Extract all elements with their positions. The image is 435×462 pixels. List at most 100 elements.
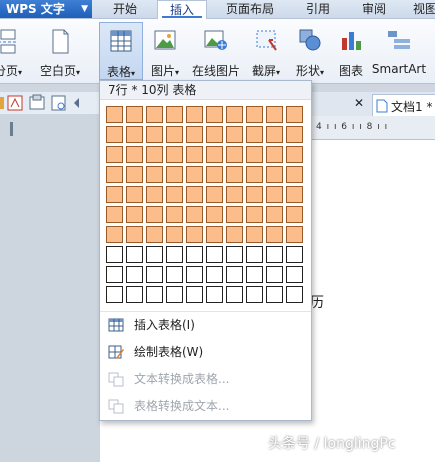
table-grid-cell[interactable] — [286, 226, 303, 243]
chart-button[interactable]: 图表 — [334, 22, 368, 80]
table-grid-cell[interactable] — [126, 286, 143, 303]
document-tab[interactable]: 文档1 * — [372, 94, 435, 116]
draw-table-menu-item[interactable]: 绘制表格(W) — [100, 340, 311, 364]
table-grid-cell[interactable] — [266, 266, 283, 283]
table-grid-cell[interactable] — [106, 206, 123, 223]
table-grid-cell[interactable] — [126, 206, 143, 223]
table-grid-cell[interactable] — [146, 126, 163, 143]
screenshot-button[interactable]: 截屏▾ — [246, 22, 286, 80]
table-grid-cell[interactable] — [246, 226, 263, 243]
table-grid-cell[interactable] — [226, 206, 243, 223]
table-grid-cell[interactable] — [106, 186, 123, 203]
table-grid-cell[interactable] — [266, 206, 283, 223]
table-grid-cell[interactable] — [186, 146, 203, 163]
table-grid-cell[interactable] — [226, 186, 243, 203]
table-grid-cell[interactable] — [286, 126, 303, 143]
table-grid-cell[interactable] — [166, 246, 183, 263]
table-grid-cell[interactable] — [246, 286, 263, 303]
table-grid-cell[interactable] — [126, 146, 143, 163]
table-grid-cell[interactable] — [266, 166, 283, 183]
table-grid-cell[interactable] — [126, 226, 143, 243]
table-grid-cell[interactable] — [186, 246, 203, 263]
picture-button[interactable]: 图片▾ — [146, 22, 184, 80]
table-grid-cell[interactable] — [166, 126, 183, 143]
table-grid-cell[interactable] — [266, 106, 283, 123]
shapes-button[interactable]: 形状▾ — [290, 22, 330, 80]
table-grid-cell[interactable] — [206, 206, 223, 223]
table-grid-cell[interactable] — [166, 146, 183, 163]
table-grid-cell[interactable] — [106, 126, 123, 143]
table-grid-cell[interactable] — [226, 126, 243, 143]
table-grid-cell[interactable] — [186, 106, 203, 123]
table-size-grid[interactable] — [106, 106, 306, 306]
table-grid-cell[interactable] — [146, 166, 163, 183]
table-grid-cell[interactable] — [106, 266, 123, 283]
table-grid-cell[interactable] — [166, 186, 183, 203]
table-grid-cell[interactable] — [266, 126, 283, 143]
table-grid-cell[interactable] — [206, 186, 223, 203]
table-grid-cell[interactable] — [126, 166, 143, 183]
table-grid-cell[interactable] — [166, 106, 183, 123]
table-grid-cell[interactable] — [106, 146, 123, 163]
table-button[interactable]: 表格▾ — [99, 22, 143, 80]
table-grid-cell[interactable] — [246, 206, 263, 223]
table-grid-cell[interactable] — [166, 166, 183, 183]
table-grid-cell[interactable] — [286, 246, 303, 263]
table-grid-cell[interactable] — [146, 106, 163, 123]
table-grid-cell[interactable] — [266, 286, 283, 303]
table-grid-cell[interactable] — [186, 226, 203, 243]
table-grid-cell[interactable] — [146, 206, 163, 223]
close-icon[interactable]: ✕ — [354, 96, 364, 110]
table-grid-cell[interactable] — [146, 266, 163, 283]
table-grid-cell[interactable] — [226, 266, 243, 283]
table-grid-cell[interactable] — [166, 286, 183, 303]
table-grid-cell[interactable] — [146, 286, 163, 303]
tab-review[interactable]: 审阅 — [351, 0, 397, 19]
table-grid-cell[interactable] — [246, 126, 263, 143]
tab-references[interactable]: 引用 — [295, 0, 341, 19]
table-grid-cell[interactable] — [246, 166, 263, 183]
table-grid-cell[interactable] — [166, 206, 183, 223]
table-grid-cell[interactable] — [146, 146, 163, 163]
table-grid-cell[interactable] — [126, 106, 143, 123]
table-grid-cell[interactable] — [226, 166, 243, 183]
table-grid-cell[interactable] — [126, 266, 143, 283]
table-grid-cell[interactable] — [106, 226, 123, 243]
table-grid-cell[interactable] — [126, 246, 143, 263]
tab-insert[interactable]: 插入 — [157, 0, 207, 19]
table-grid-cell[interactable] — [226, 226, 243, 243]
tab-view[interactable]: 视图 — [405, 0, 435, 19]
table-grid-cell[interactable] — [286, 146, 303, 163]
table-grid-cell[interactable] — [106, 106, 123, 123]
table-grid-cell[interactable] — [166, 226, 183, 243]
table-grid-cell[interactable] — [286, 286, 303, 303]
table-grid-cell[interactable] — [106, 166, 123, 183]
table-grid-cell[interactable] — [286, 106, 303, 123]
tab-page-layout[interactable]: 页面布局 — [216, 0, 284, 19]
table-grid-cell[interactable] — [266, 226, 283, 243]
table-grid-cell[interactable] — [186, 286, 203, 303]
table-grid-cell[interactable] — [206, 286, 223, 303]
table-grid-cell[interactable] — [266, 246, 283, 263]
table-grid-cell[interactable] — [246, 186, 263, 203]
table-grid-cell[interactable] — [226, 286, 243, 303]
table-grid-cell[interactable] — [206, 226, 223, 243]
tab-home[interactable]: 开始 — [100, 0, 150, 19]
table-grid-cell[interactable] — [286, 166, 303, 183]
table-grid-cell[interactable] — [226, 146, 243, 163]
table-grid-cell[interactable] — [106, 286, 123, 303]
table-grid-cell[interactable] — [206, 106, 223, 123]
table-grid-cell[interactable] — [246, 146, 263, 163]
table-grid-cell[interactable] — [126, 186, 143, 203]
table-grid-cell[interactable] — [286, 186, 303, 203]
table-grid-cell[interactable] — [246, 246, 263, 263]
page-break-button[interactable]: 分页▾ — [0, 22, 28, 80]
table-grid-cell[interactable] — [186, 266, 203, 283]
table-grid-cell[interactable] — [186, 206, 203, 223]
table-grid-cell[interactable] — [106, 246, 123, 263]
table-grid-cell[interactable] — [286, 266, 303, 283]
table-grid-cell[interactable] — [266, 146, 283, 163]
table-grid-cell[interactable] — [206, 126, 223, 143]
table-grid-cell[interactable] — [206, 266, 223, 283]
table-grid-cell[interactable] — [246, 266, 263, 283]
